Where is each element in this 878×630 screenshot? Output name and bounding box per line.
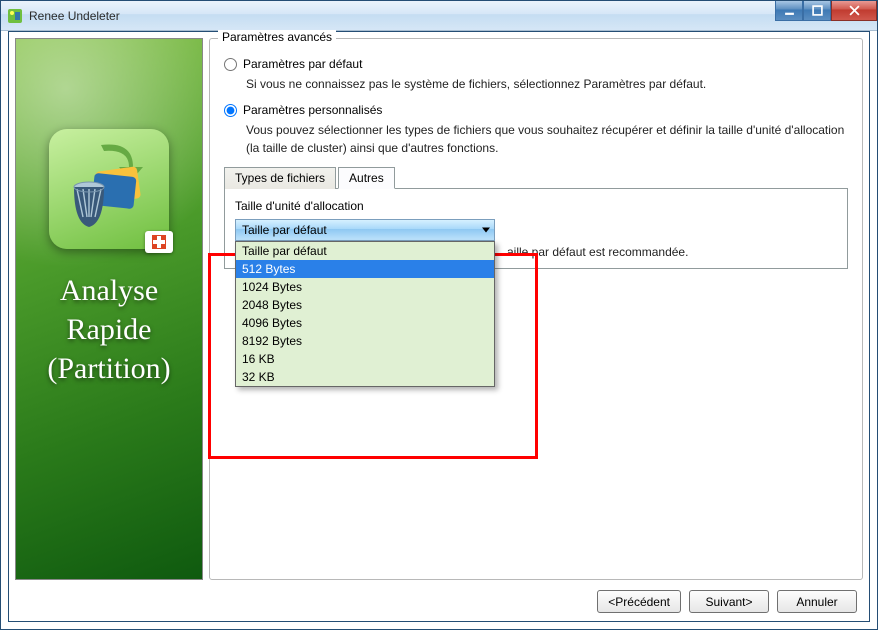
wizard-buttons: <Précédent Suivant> Annuler (15, 586, 863, 615)
tab-filetypes[interactable]: Types de fichiers (224, 167, 336, 189)
default-settings-desc: Si vous ne connaissez pas le système de … (246, 75, 848, 93)
custom-settings-label[interactable]: Paramètres personnalisés (243, 103, 382, 117)
default-settings-label[interactable]: Paramètres par défaut (243, 57, 362, 71)
next-button[interactable]: Suivant> (689, 590, 769, 613)
app-icon (7, 8, 23, 24)
tab-other[interactable]: Autres (338, 167, 395, 189)
titlebar[interactable]: Renee Undeleter (1, 1, 877, 31)
alloc-option[interactable]: 512 Bytes (236, 260, 494, 278)
alloc-option[interactable]: 1024 Bytes (236, 278, 494, 296)
sidebar-headline: Analyse Rapide (Partition) (47, 271, 170, 388)
alloc-hint: aille par défaut est recommandée. (507, 245, 837, 259)
default-settings-radio[interactable] (224, 58, 237, 71)
chevron-down-icon (482, 228, 490, 233)
settings-panel: Paramètres avancés Paramètres par défaut… (209, 38, 863, 580)
back-button[interactable]: <Précédent (597, 590, 681, 613)
window-controls (775, 1, 877, 21)
tabpage-other: Taille d'unité d'allocation Taille par d… (224, 189, 848, 269)
alloc-option[interactable]: 16 KB (236, 350, 494, 368)
window-title: Renee Undeleter (29, 9, 120, 23)
minimize-button[interactable] (775, 1, 803, 21)
close-button[interactable] (831, 1, 877, 21)
scan-partition-icon (49, 129, 169, 249)
alloc-size-dropdown[interactable]: Taille par défaut512 Bytes1024 Bytes2048… (235, 241, 495, 387)
maximize-button[interactable] (803, 1, 831, 21)
custom-settings-radio[interactable] (224, 104, 237, 117)
tabstrip: Types de fichiers Autres (224, 167, 848, 189)
alloc-label: Taille d'unité d'allocation (235, 199, 837, 213)
alloc-option[interactable]: 4096 Bytes (236, 314, 494, 332)
alloc-option[interactable]: Taille par défaut (236, 242, 494, 260)
sidebar: Analyse Rapide (Partition) (15, 38, 203, 580)
panel-legend: Paramètres avancés (222, 30, 332, 44)
recovery-badge-icon (145, 231, 173, 253)
alloc-size-selected: Taille par défaut (242, 223, 327, 237)
custom-settings-desc: Vous pouvez sélectionner les types de fi… (246, 121, 848, 157)
alloc-option[interactable]: 2048 Bytes (236, 296, 494, 314)
alloc-option[interactable]: 32 KB (236, 368, 494, 386)
alloc-option[interactable]: 8192 Bytes (236, 332, 494, 350)
cancel-button[interactable]: Annuler (777, 590, 857, 613)
alloc-size-combo[interactable]: Taille par défaut (235, 219, 495, 241)
app-window: Renee Undeleter (0, 0, 878, 630)
